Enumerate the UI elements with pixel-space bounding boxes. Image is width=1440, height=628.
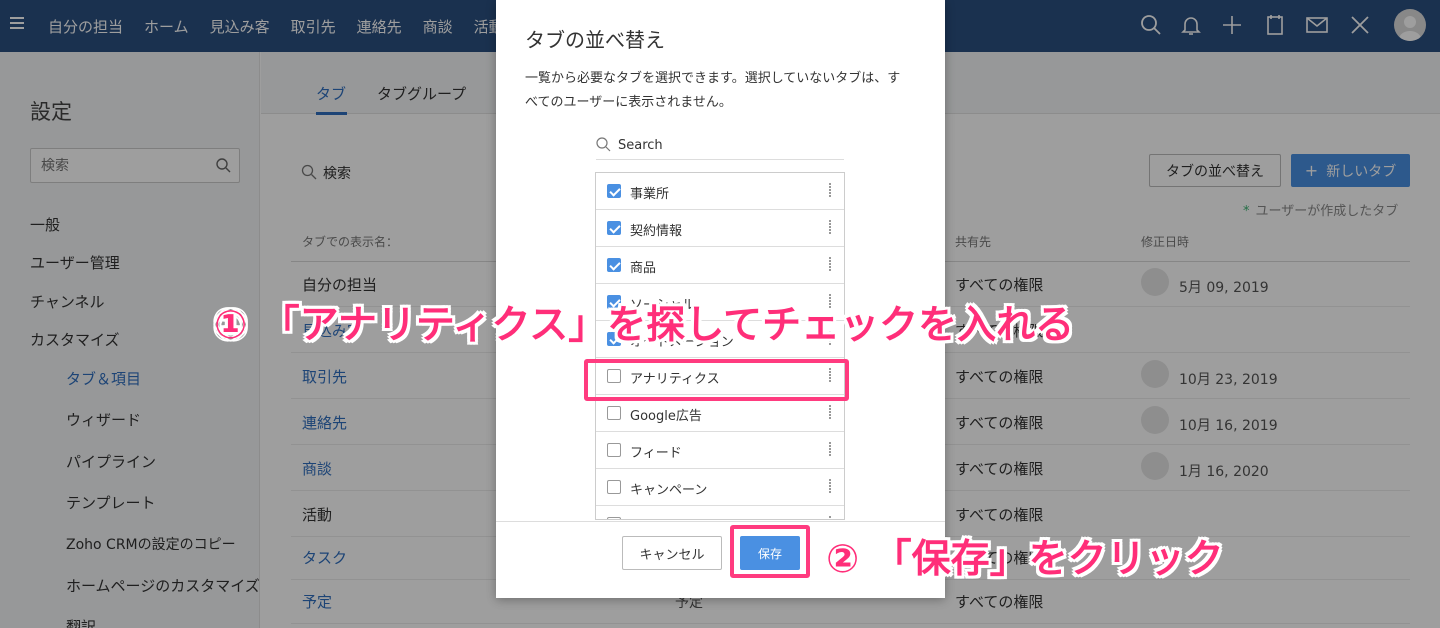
dialog-description: 一覧から必要なタブを選択できます。選択していないタブは、すべてのユーザーに表示さ…: [525, 71, 901, 110]
drag-handle-icon[interactable]: [829, 442, 834, 458]
annotation-step-1: ① 「アナリティクス」を探してチェックを入れる: [214, 303, 1075, 348]
drag-handle-icon[interactable]: [829, 479, 834, 495]
save-highlight-box: [730, 525, 810, 578]
drag-handle-icon[interactable]: [829, 516, 834, 519]
tab-list-item-label: 契約情報: [630, 224, 683, 239]
tab-checkbox[interactable]: [607, 184, 621, 198]
tab-list-item[interactable]: 事業所: [596, 173, 844, 210]
tab-checkbox[interactable]: [607, 443, 621, 457]
tab-list-item[interactable]: フィード: [596, 432, 844, 469]
tab-list-item-label: キャンペーン: [630, 483, 708, 498]
tab-list-item-label: Google広告: [630, 409, 702, 424]
dialog-title: タブの並べ替え: [525, 28, 665, 52]
tab-list-item[interactable]: 見積書: [596, 506, 844, 519]
analytics-highlight-box: [584, 359, 849, 401]
tab-checkbox[interactable]: [607, 221, 621, 235]
tab-list-item-label: 事業所: [630, 187, 670, 202]
tab-list-item-label: 商品: [630, 261, 657, 276]
drag-handle-icon[interactable]: [829, 220, 834, 236]
tab-list-item-label: フィード: [630, 446, 682, 461]
tab-list-item[interactable]: キャンペーン: [596, 469, 844, 506]
drag-handle-icon[interactable]: [829, 257, 834, 273]
tab-checkbox[interactable]: [607, 517, 621, 519]
tab-checkbox[interactable]: [607, 258, 621, 272]
dialog-search[interactable]: Search: [596, 134, 844, 160]
cancel-button[interactable]: キャンセル: [622, 536, 722, 570]
tab-list-item[interactable]: 商品: [596, 247, 844, 284]
tab-checkbox[interactable]: [607, 406, 621, 420]
tab-list-item[interactable]: 契約情報: [596, 210, 844, 247]
dialog-search-placeholder: Search: [618, 138, 663, 153]
tab-checkbox[interactable]: [607, 480, 621, 494]
search-icon: [596, 137, 611, 152]
annotation-step-2: ② 「保存」をクリック: [826, 537, 1224, 582]
tab-list-item-label: 見積書: [630, 516, 669, 519]
drag-handle-icon[interactable]: [829, 405, 834, 421]
drag-handle-icon[interactable]: [829, 183, 834, 199]
